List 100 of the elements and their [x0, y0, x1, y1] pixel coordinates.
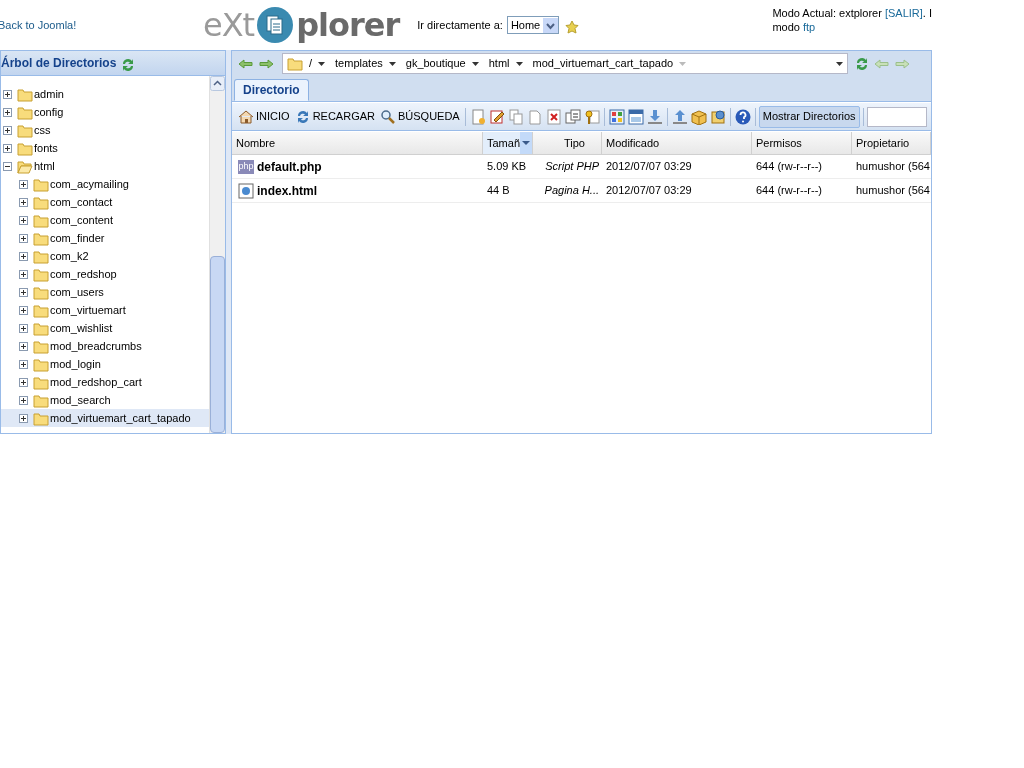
tree-item[interactable]: css	[1, 121, 209, 139]
expand-icon[interactable]	[19, 233, 28, 243]
table-cell-text: 644 (rw-r--r--)	[755, 159, 823, 175]
breadcrumb-item[interactable]: templates	[335, 55, 383, 72]
grid-view-icon[interactable]	[608, 108, 625, 125]
rename-icon[interactable]	[564, 108, 581, 125]
table-cell-text: 2012/07/07 03:29	[605, 159, 693, 175]
tree-item[interactable]: mod_virtuemart_cart_tapado	[1, 409, 209, 427]
expand-icon[interactable]	[19, 251, 28, 261]
upload-icon[interactable]	[671, 108, 688, 125]
scroll-thumb[interactable]	[210, 256, 225, 433]
expand-icon[interactable]	[19, 359, 28, 369]
breadcrumb-item[interactable]: html	[488, 55, 510, 72]
caret-icon[interactable]	[515, 61, 523, 66]
expand-icon[interactable]	[19, 323, 28, 333]
key-icon[interactable]	[583, 108, 600, 125]
mode-link[interactable]: ftp	[803, 21, 816, 33]
table-cell-text: humushor (564	[855, 183, 931, 199]
tree-item[interactable]: admin	[1, 85, 209, 103]
extract-icon[interactable]	[709, 108, 726, 125]
home-icon	[238, 108, 254, 125]
tree-item[interactable]: com_k2	[1, 247, 209, 265]
sort-menu-icon	[520, 132, 532, 154]
expand-icon[interactable]	[19, 377, 28, 387]
caret-icon[interactable]	[471, 61, 479, 66]
tree-item[interactable]: com_virtuemart	[1, 301, 209, 319]
scrollbar[interactable]	[209, 76, 225, 433]
column-header[interactable]: Tipo	[533, 132, 602, 154]
breadcrumb-item[interactable]: gk_boutique	[405, 55, 466, 72]
delete-icon[interactable]	[545, 108, 562, 125]
folder-icon	[33, 338, 49, 354]
toolbar-button[interactable]: RECARGAR	[292, 105, 377, 128]
expand-icon[interactable]	[19, 287, 28, 297]
tree-item[interactable]: fonts	[1, 139, 209, 157]
dropdown-icon	[543, 17, 559, 33]
expand-icon[interactable]	[19, 269, 28, 279]
expand-icon[interactable]	[3, 89, 12, 99]
tree-item[interactable]: mod_breadcrumbs	[1, 337, 209, 355]
breadcrumb-item[interactable]: /	[309, 55, 313, 72]
expand-icon[interactable]	[19, 215, 28, 225]
column-header[interactable]: Propietario	[852, 132, 931, 154]
column-header[interactable]: Modificado	[602, 132, 752, 154]
forward-arrow-icon[interactable]	[258, 57, 274, 70]
tree-item[interactable]: mod_redshop_cart	[1, 373, 209, 391]
tree-item[interactable]: com_users	[1, 283, 209, 301]
tree-item[interactable]: com_redshop	[1, 265, 209, 283]
folder-icon	[287, 56, 303, 71]
expand-icon[interactable]	[3, 143, 12, 153]
expand-icon[interactable]	[19, 413, 28, 423]
tree-item[interactable]: com_wishlist	[1, 319, 209, 337]
caret-icon[interactable]	[388, 61, 396, 66]
collapse-icon[interactable]	[3, 161, 12, 171]
tree-item[interactable]: html	[1, 157, 209, 175]
column-header[interactable]: Tamañ	[483, 132, 533, 154]
edit-icon[interactable]	[488, 108, 505, 125]
breadcrumb-item[interactable]: mod_virtuemart_cart_tapado	[532, 55, 674, 72]
search-icon	[379, 108, 396, 125]
help-icon[interactable]	[734, 108, 751, 125]
tab[interactable]: Directorio	[234, 79, 309, 101]
expand-icon[interactable]	[19, 395, 28, 405]
expand-icon[interactable]	[3, 125, 12, 135]
back-arrow-icon[interactable]	[238, 57, 254, 70]
filter-field[interactable]	[866, 106, 927, 127]
expand-icon[interactable]	[3, 107, 12, 117]
show-directories-toggle[interactable]: Mostrar Directorios	[758, 105, 860, 128]
folder-icon	[33, 212, 49, 228]
tree-item[interactable]: com_acymailing	[1, 175, 209, 193]
tree-item[interactable]: com_finder	[1, 229, 209, 247]
expand-icon[interactable]	[19, 305, 28, 315]
php-file-icon: php	[238, 159, 254, 174]
window-icon[interactable]	[627, 108, 644, 125]
download-icon[interactable]	[646, 108, 663, 125]
tree-item[interactable]: mod_login	[1, 355, 209, 373]
document-icon	[256, 6, 295, 44]
goto-select[interactable]: Home	[506, 16, 560, 34]
toolbar-button[interactable]: BÚSQUEDA	[377, 105, 462, 128]
expand-icon[interactable]	[19, 197, 28, 207]
dropdown-icon[interactable]	[836, 61, 843, 66]
caret-icon[interactable]	[318, 61, 326, 66]
table-cell-text: Pagina H...	[543, 183, 600, 199]
refresh-icon[interactable]	[854, 55, 870, 72]
tree-item[interactable]: com_contact	[1, 193, 209, 211]
scroll-up-icon	[210, 76, 225, 91]
file-name[interactable]: index.html	[257, 181, 317, 200]
tree-item[interactable]: config	[1, 103, 209, 121]
expand-icon[interactable]	[19, 179, 28, 189]
package-icon[interactable]	[690, 108, 707, 125]
logout-link[interactable]: [SALIR]	[884, 7, 923, 19]
path-field[interactable]: / templates gk_boutique html mod_virtuemart_cart_tapado	[282, 53, 848, 74]
logo: eXt plorer	[203, 5, 400, 45]
tree-item[interactable]: mod_search	[1, 391, 209, 409]
expand-icon[interactable]	[19, 341, 28, 351]
folder-icon	[33, 374, 49, 390]
toolbar-button[interactable]: INICIO	[236, 105, 292, 128]
column-header[interactable]: Permisos	[752, 132, 852, 154]
web-page-icon	[238, 182, 254, 199]
star-icon[interactable]	[565, 20, 580, 34]
table-cell-text: humushor (564	[855, 159, 931, 175]
file-name[interactable]: default.php	[257, 157, 322, 176]
tree-item[interactable]: com_content	[1, 211, 209, 229]
